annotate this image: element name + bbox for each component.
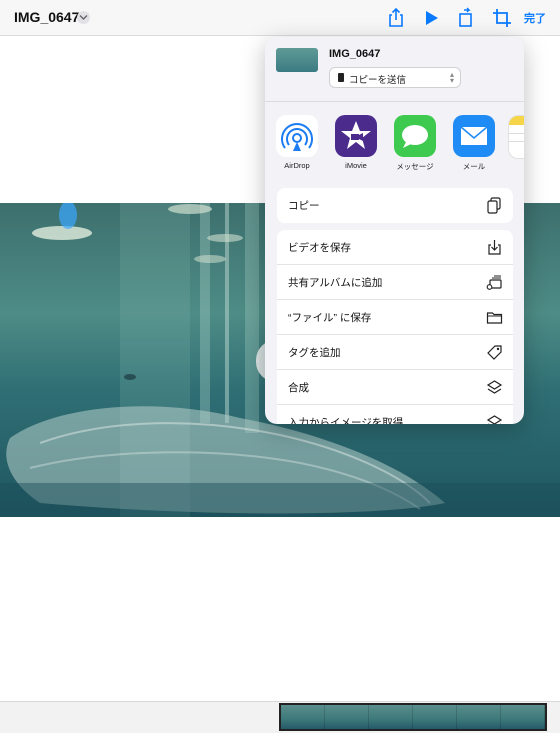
save-download-icon	[486, 239, 503, 256]
done-button[interactable]: 完了	[524, 10, 546, 26]
imovie-icon	[335, 115, 377, 157]
app-label: メール	[462, 162, 486, 171]
action-label: 合成	[288, 382, 309, 394]
mail-icon	[453, 115, 495, 157]
action-add-shared-album[interactable]: 共有アルバムに追加	[277, 265, 513, 300]
app-imovie[interactable]: iMovie	[331, 115, 381, 170]
action-label: タグを追加	[288, 347, 341, 359]
play-icon[interactable]	[420, 7, 442, 29]
document-title[interactable]: IMG_0647	[14, 9, 79, 25]
select-arrows-icon: ▴ ▾	[449, 70, 454, 85]
app-label: AirDrop	[284, 161, 310, 170]
action-label: コピー	[288, 200, 320, 212]
tag-icon	[486, 344, 503, 361]
share-sheet: IMG_0647 コピーを送信 ▴ ▾ AirDrop iMovie メッセージ…	[265, 37, 524, 424]
crop-icon[interactable]	[491, 7, 513, 29]
action-add-tag[interactable]: タグを追加	[277, 335, 513, 370]
send-option-select[interactable]: コピーを送信 ▴ ▾	[329, 67, 461, 88]
app-mail[interactable]: メール	[449, 115, 499, 172]
notes-icon	[508, 115, 524, 159]
app-label: iMovie	[345, 161, 367, 170]
app-label: メッセージ	[396, 162, 434, 171]
action-label: 共有アルバムに追加	[288, 277, 383, 289]
copy-group: コピー	[277, 188, 513, 223]
action-save-to-files[interactable]: “ファイル” に保存	[277, 300, 513, 335]
file-thumbnail	[276, 48, 318, 72]
action-image-from-input[interactable]: 入力からイメージを取得	[277, 405, 513, 424]
action-label: 入力からイメージを取得	[288, 417, 404, 424]
timeline-filmstrip[interactable]	[279, 703, 547, 731]
chevron-down-icon[interactable]	[77, 11, 90, 24]
folder-icon	[486, 309, 503, 326]
divider	[265, 101, 524, 102]
layers-icon	[486, 379, 503, 396]
copy-action[interactable]: コピー	[277, 188, 513, 223]
app-row: AirDrop iMovie メッセージ メール	[265, 115, 524, 175]
action-list: ビデオを保存 共有アルバムに追加 “ファイル” に保存 タグを追加 合成 入力か…	[277, 230, 513, 424]
action-save-video[interactable]: ビデオを保存	[277, 230, 513, 265]
action-label: ビデオを保存	[288, 242, 351, 254]
rotate-icon[interactable]	[455, 7, 477, 29]
action-combine[interactable]: 合成	[277, 370, 513, 405]
app-messages[interactable]: メッセージ	[390, 115, 440, 172]
share-file-name: IMG_0647	[329, 48, 381, 60]
share-sheet-header: IMG_0647 コピーを送信 ▴ ▾	[265, 37, 524, 101]
toolbar: IMG_0647 完了	[0, 0, 560, 36]
messages-icon	[394, 115, 436, 157]
app-notes-partial[interactable]	[508, 115, 524, 159]
action-label: “ファイル” に保存	[288, 312, 372, 324]
share-icon[interactable]	[385, 7, 407, 29]
copy-icon	[486, 197, 503, 214]
layers-icon	[486, 414, 503, 424]
app-airdrop[interactable]: AirDrop	[272, 115, 322, 170]
shared-album-icon	[486, 274, 503, 291]
airdrop-icon	[276, 115, 318, 157]
document-icon	[338, 73, 344, 82]
send-option-label: コピーを送信	[349, 75, 407, 86]
